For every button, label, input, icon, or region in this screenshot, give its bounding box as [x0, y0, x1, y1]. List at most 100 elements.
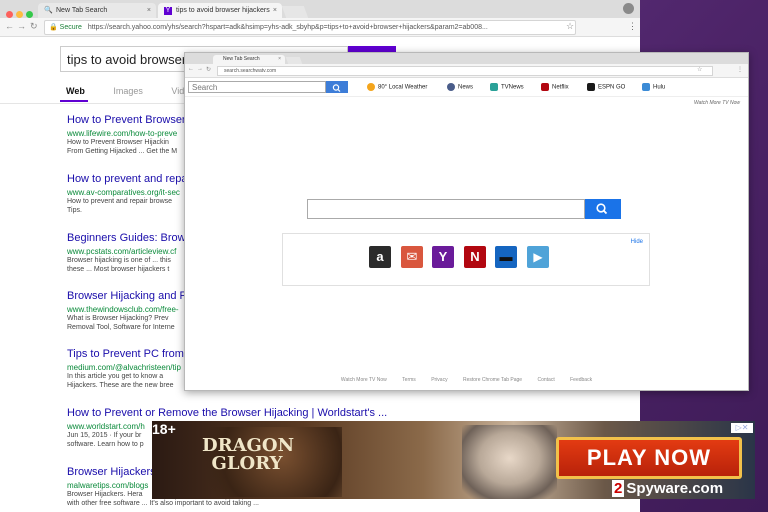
search-result: Beginners Guides: Brows www.pcstats.com/… [67, 232, 197, 274]
character-artwork [462, 425, 557, 499]
toolbar-search-button[interactable] [326, 81, 348, 93]
result-snippet: these ... Most browser hijackers t [67, 266, 170, 273]
tab-label: tips to avoid browser hijackers [176, 7, 270, 14]
hulu-icon [642, 83, 650, 91]
link-hulu[interactable]: Hulu [642, 83, 665, 91]
tv-icon: ▬ [499, 249, 513, 264]
bookmark-star-icon[interactable]: ☆ [566, 21, 574, 32]
result-snippet: with other free software ... It's also i… [67, 500, 259, 507]
footer-link-terms[interactable]: Terms [402, 377, 416, 383]
yahoo-icon: Y [164, 7, 172, 15]
tab-close-icon[interactable]: × [147, 3, 151, 18]
menu-icon[interactable]: ⋮ [737, 66, 743, 73]
tab-yahoo-search[interactable]: Y tips to avoid browser hijackers × [158, 3, 282, 18]
result-url: www.lifewire.com/how-to-preve [67, 129, 178, 138]
tile-amazon[interactable]: a [369, 246, 391, 268]
tab-label: New Tab Search [223, 56, 260, 62]
tile-video[interactable]: ▶ [527, 246, 549, 268]
watermark-text: Spyware.com [626, 480, 724, 497]
adchoices-close-icon[interactable]: ▷✕ [731, 423, 753, 433]
link-netflix[interactable]: Netflix [541, 83, 569, 91]
reload-icon[interactable]: ↻ [206, 66, 211, 73]
close-window-button[interactable] [6, 11, 13, 18]
watermark-number: 2 [612, 480, 625, 497]
toolbar-search-input[interactable]: Search [188, 81, 326, 93]
tab-new-tab-search[interactable]: New Tab Search × [213, 55, 285, 64]
amazon-icon: a [376, 249, 384, 264]
tab-strip: New Tab Search × [185, 53, 748, 69]
tab-close-icon[interactable]: × [273, 3, 277, 18]
result-snippet: How to Prevent Browser Hijackin [67, 139, 169, 146]
search-result: How to Prevent Browser www.lifewire.com/… [67, 114, 197, 156]
link-label: News [458, 84, 474, 91]
tab-images[interactable]: Images [113, 86, 143, 96]
browser-toolbar: ← → ↻ 🔒 Secure https://search.yahoo.com/… [0, 18, 640, 37]
search-result: Browser Hijacking and Fr www.thewindowsc… [67, 290, 197, 332]
tab-close-icon[interactable]: × [278, 55, 281, 64]
link-label: ESPN GO [598, 84, 626, 91]
search-icon [596, 203, 608, 215]
result-url: www.av-comparatives.org/it-sec [67, 188, 180, 197]
search-icon [332, 84, 341, 92]
minimize-window-button[interactable] [16, 11, 23, 18]
result-title[interactable]: Beginners Guides: Brows [67, 232, 197, 244]
result-snippet: Tips. [67, 207, 82, 214]
link-espn-go[interactable]: ESPN GO [587, 83, 625, 91]
result-url: www.pcstats.com/articleview.cf [67, 247, 177, 256]
result-title[interactable]: Tips to Prevent PC from A [67, 348, 197, 360]
forward-arrow-icon[interactable]: → [197, 66, 203, 72]
tile-netflix[interactable]: N [464, 246, 486, 268]
weather-icon [367, 83, 375, 91]
netflix-icon [541, 83, 549, 91]
new-tab-button[interactable] [281, 6, 309, 18]
link-local-weather[interactable]: 80° Local Weather [367, 83, 427, 91]
link-label: TVNews [501, 84, 524, 91]
footer-link-restore-tab[interactable]: Restore Chrome Tab Page [463, 377, 522, 383]
footer-link-feedback[interactable]: Feedback [570, 377, 592, 383]
footer-link-contact[interactable]: Contact [537, 377, 554, 383]
address-bar[interactable]: search.searchwatv.com [217, 66, 713, 76]
tab-web[interactable]: Web [66, 86, 85, 96]
site-watermark: 2 Spyware.com [612, 480, 723, 497]
main-search-input[interactable] [307, 199, 585, 219]
back-arrow-icon[interactable]: ← [5, 21, 14, 31]
hide-tiles-link[interactable]: Hide [631, 239, 643, 245]
tvnews-icon [490, 83, 498, 91]
link-tvnews[interactable]: TVNews [490, 83, 524, 91]
result-title[interactable]: Browser Hijacking and Fr [67, 290, 197, 302]
hijacked-browser-window: New Tab Search × ← → ↻ search.searchwatv… [184, 52, 749, 391]
maximize-window-button[interactable] [26, 11, 33, 18]
play-now-button[interactable]: PLAY NOW [556, 437, 742, 479]
search-icon: 🔍 [44, 7, 53, 14]
menu-icon[interactable]: ⋮ [628, 21, 637, 32]
active-tab-indicator [60, 100, 88, 102]
forward-arrow-icon[interactable]: → [17, 21, 26, 31]
secure-label: Secure [59, 24, 82, 31]
yahoo-icon: Y [438, 249, 448, 264]
tile-tv[interactable]: ▬ [495, 246, 517, 268]
result-title[interactable]: How to Prevent Browser [67, 114, 197, 126]
espn-icon [587, 83, 595, 91]
search-result: How to prevent and repa www.av-comparati… [67, 173, 197, 215]
quick-links-panel: Hide a ✉ Y N ▬ ▶ [282, 233, 650, 286]
footer-link-watch-more-tv[interactable]: Watch More TV Now [341, 377, 387, 383]
back-arrow-icon[interactable]: ← [188, 66, 194, 72]
new-tab-button[interactable] [285, 57, 303, 64]
url-text: https://search.yahoo.com/yhs/search?hspa… [87, 24, 488, 31]
result-snippet: Browser hijacking is one of ... this [67, 257, 171, 264]
tile-yahoo[interactable]: Y [432, 246, 454, 268]
link-news[interactable]: News [447, 83, 473, 91]
bookmark-star-icon[interactable]: ☆ [697, 66, 702, 73]
link-label: 80° Local Weather [378, 84, 428, 91]
result-title[interactable]: How to Prevent or Remove the Browser Hij… [67, 407, 407, 419]
footer-link-privacy[interactable]: Privacy [431, 377, 447, 383]
tab-new-tab-search[interactable]: 🔍 New Tab Search × [38, 3, 156, 18]
main-search-button[interactable] [585, 199, 621, 219]
tile-gmail[interactable]: ✉ [401, 246, 423, 268]
result-snippet: What is Browser Hijacking? Prev [67, 315, 169, 322]
reload-icon[interactable]: ↻ [30, 21, 38, 32]
result-title[interactable]: How to prevent and repa [67, 173, 197, 185]
address-bar[interactable]: 🔒 Secure https://search.yahoo.com/yhs/se… [44, 20, 576, 35]
account-icon[interactable] [623, 3, 634, 14]
watch-more-tv-link[interactable]: Watch More TV Now [694, 100, 740, 106]
